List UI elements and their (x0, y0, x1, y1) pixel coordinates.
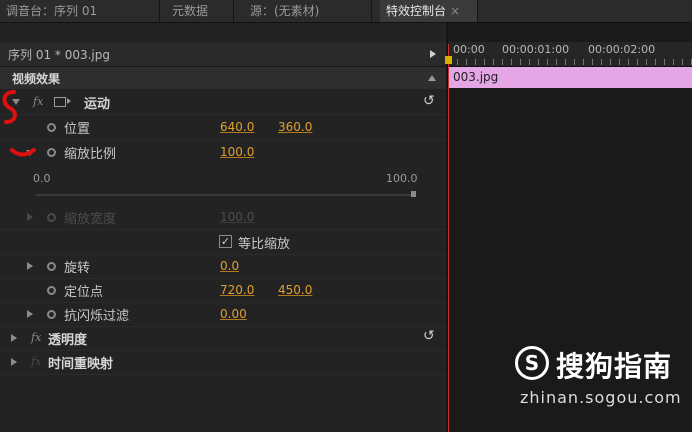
anti-flicker-value[interactable]: 0.00 (220, 307, 247, 321)
slider-min-label: 0.0 (33, 172, 51, 185)
property-row-rotation: 旋转 0.0 (0, 254, 446, 279)
expand-toggle-icon[interactable] (27, 262, 33, 270)
expand-toggle-icon (27, 213, 33, 221)
playhead-marker[interactable] (445, 56, 452, 64)
tab-effect-controls[interactable]: 特效控制台 × (380, 0, 478, 22)
anchor-y-value[interactable]: 450.0 (278, 283, 312, 297)
stopwatch-icon[interactable] (47, 123, 56, 132)
play-only-icon[interactable] (430, 50, 436, 58)
tab-label: 元数据 (172, 4, 209, 18)
ruler-ticks (448, 59, 692, 65)
stopwatch-icon[interactable] (47, 286, 56, 295)
red-annotation-marks (2, 90, 36, 157)
effect-row-opacity: fx 透明度 ↺ (0, 326, 446, 351)
anti-flicker-label: 抗闪烁过滤 (64, 309, 130, 324)
fx-toggle-icon[interactable]: fx (31, 331, 41, 344)
effect-row-time-remap: fx 时间重映射 (0, 350, 446, 375)
property-row-scale: 缩放比例 100.0 (0, 140, 446, 164)
anchor-point-label: 定位点 (64, 285, 104, 300)
property-row-anti-flicker: 抗闪烁过滤 0.00 (0, 302, 446, 327)
opacity-label: 透明度 (48, 333, 88, 348)
scale-value[interactable]: 100.0 (220, 145, 254, 159)
effect-row-motion: fx 运动 ↺ (0, 90, 446, 115)
property-row-scale-width: 缩放宽度 100.0 (0, 205, 446, 230)
uniform-scale-label: 等比缩放 (238, 237, 291, 252)
scale-label: 缩放比例 (64, 147, 117, 162)
clip-bar[interactable]: 003.jpg (449, 67, 692, 88)
watermark-text: 搜狗指南 (556, 350, 673, 383)
close-icon[interactable]: × (450, 4, 460, 18)
scale-slider-area: 0.0 100.0 (0, 165, 446, 205)
scale-slider-track[interactable] (36, 194, 416, 196)
property-row-uniform-scale: ✓ 等比缩放 (0, 230, 446, 255)
expand-toggle-icon[interactable] (27, 310, 33, 318)
stopwatch-icon[interactable] (47, 262, 56, 271)
tab-audio-mixer[interactable]: 调音台：序列 01 (0, 0, 160, 22)
tab-source[interactable]: 源：(无素材) (244, 0, 372, 22)
playhead-line[interactable] (448, 44, 449, 432)
transform-box-icon[interactable] (54, 97, 66, 107)
timecode-label: 00:00:02:00 (588, 43, 656, 56)
scale-width-value: 100.0 (220, 210, 255, 224)
sequence-header: 序列 01 * 003.jpg (0, 42, 446, 67)
stopwatch-icon[interactable] (47, 310, 56, 319)
position-x-value[interactable]: 640.0 (220, 120, 254, 134)
time-remap-label: 时间重映射 (48, 357, 114, 372)
expand-toggle-icon[interactable] (11, 334, 17, 342)
scale-width-label: 缩放宽度 (64, 212, 117, 227)
clip-label: 003.jpg (453, 70, 499, 84)
property-row-position: 位置 640.0 360.0 (0, 115, 446, 140)
reset-icon[interactable]: ↺ (423, 94, 437, 108)
video-effects-header: 视频效果 (0, 67, 446, 89)
sogou-logo-icon: S (515, 346, 549, 380)
property-row-anchor-point: 定位点 720.0 450.0 (0, 278, 446, 303)
uniform-scale-checkbox[interactable]: ✓ (219, 235, 232, 248)
sequence-title: 序列 01 * 003.jpg (8, 48, 111, 62)
tab-metadata[interactable]: 元数据 (166, 0, 234, 22)
watermark-url: zhinan.sogou.com (520, 388, 682, 407)
anchor-x-value[interactable]: 720.0 (220, 283, 254, 297)
video-effects-label: 视频效果 (12, 72, 61, 86)
stopwatch-icon[interactable] (47, 148, 56, 157)
reset-icon[interactable]: ↺ (423, 329, 437, 343)
transform-arrow-icon (67, 98, 71, 104)
expand-toggle-icon[interactable] (11, 358, 17, 366)
stopwatch-icon (47, 213, 56, 222)
position-label: 位置 (64, 122, 91, 137)
scale-slider-thumb[interactable] (411, 191, 416, 197)
rotation-label: 旋转 (64, 261, 91, 276)
timecode-label: 00:00 (453, 43, 485, 56)
tab-label: 源：(无素材) (250, 4, 320, 18)
rotation-value[interactable]: 0.0 (220, 259, 239, 273)
time-ruler[interactable]: 00:00 00:00:01:00 00:00:02:00 (448, 42, 692, 67)
slider-max-label: 100.0 (386, 172, 418, 185)
collapse-icon[interactable] (428, 75, 436, 81)
position-y-value[interactable]: 360.0 (278, 120, 312, 134)
tab-label: 特效控制台 (386, 4, 447, 18)
panel-tab-bar: 调音台：序列 01 元数据 源：(无素材) 特效控制台 × (0, 0, 692, 23)
timecode-label: 00:00:01:00 (502, 43, 570, 56)
motion-label: 运动 (84, 97, 111, 112)
fx-toggle-icon: fx (31, 355, 42, 368)
tab-label: 调音台：序列 01 (6, 4, 98, 18)
